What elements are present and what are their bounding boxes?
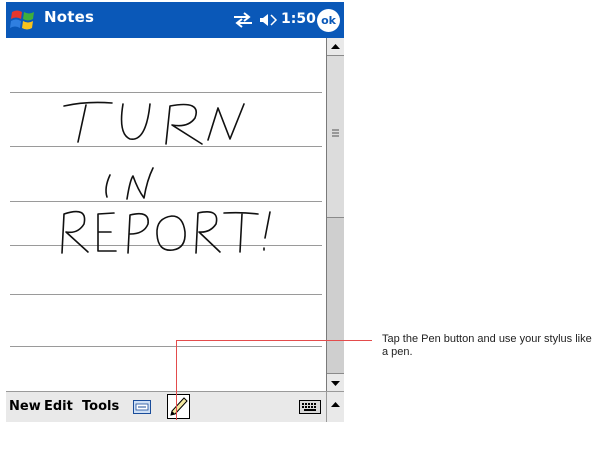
handwritten-ink [61,101,271,254]
up-arrow-icon [331,402,340,407]
up-arrow-icon [331,44,340,49]
sync-arrows-icon[interactable] [232,12,254,28]
scroll-down-button[interactable] [327,373,344,391]
app-title: Notes [44,8,95,26]
callout-leader-line [176,340,372,341]
grip-icon [332,129,339,137]
scroll-track[interactable] [327,218,344,373]
pocketpc-screen: Notes 1:50 ok New Edit Tools [6,2,344,422]
ok-button[interactable]: ok [317,9,340,32]
clock[interactable]: 1:50 [281,11,316,27]
scroll-up-button[interactable] [327,38,344,56]
callout-leader-line [176,340,177,420]
note-writing-area[interactable] [6,38,326,391]
speaker-icon[interactable] [258,12,278,28]
menu-tools[interactable]: Tools [82,399,119,414]
callout-text: Tap the Pen button and use your stylus l… [382,333,592,358]
recording-keyboard-icon[interactable] [133,400,151,414]
vertical-scrollbar[interactable] [326,38,344,391]
down-arrow-icon [331,381,340,386]
sip-arrow-button[interactable] [326,392,344,422]
title-bar: Notes 1:50 ok [6,2,344,38]
keyboard-icon[interactable] [299,400,321,414]
pen-icon [170,397,188,416]
windows-flag-icon[interactable] [8,6,38,34]
menu-new[interactable]: New [9,399,41,414]
scroll-thumb[interactable] [327,56,344,218]
menu-edit[interactable]: Edit [44,399,73,414]
menu-bar: New Edit Tools [6,391,344,422]
pen-button[interactable] [167,394,190,419]
